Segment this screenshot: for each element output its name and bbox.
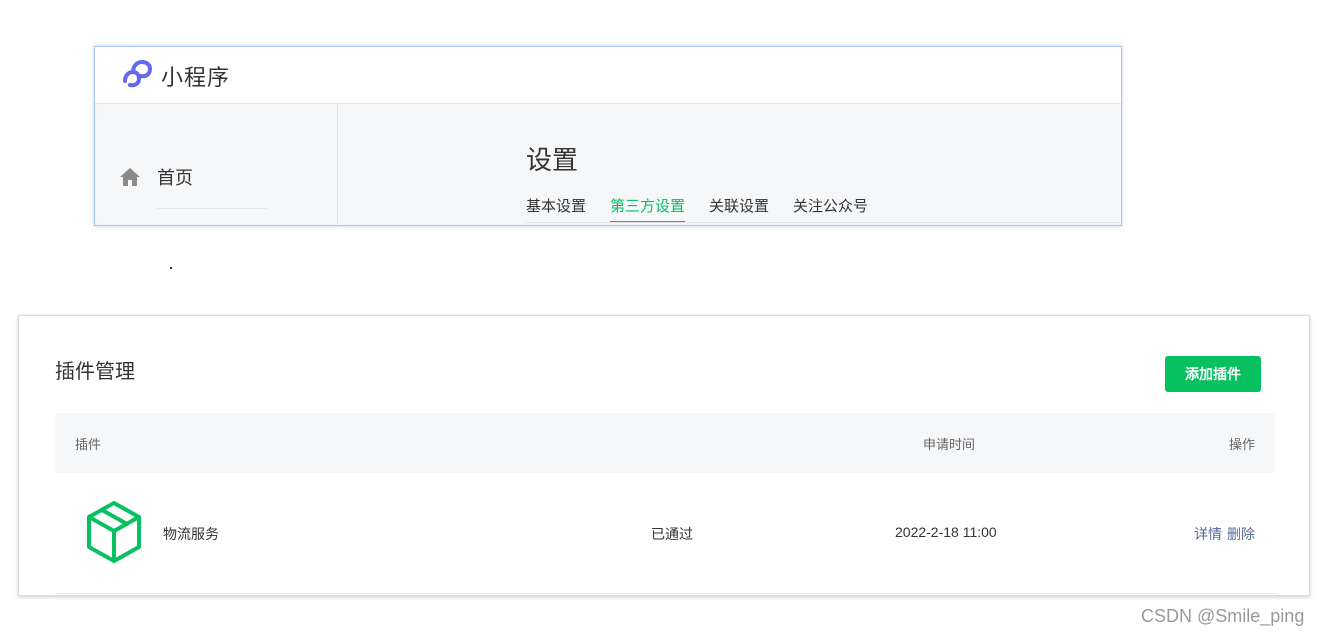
column-header-apply-time: 申请时间 [923, 437, 976, 452]
column-header-plugin: 插件 [75, 437, 102, 452]
tab-basic-settings[interactable]: 基本设置 [526, 195, 586, 223]
screenshot-stage: 小程序 首页 设置 基本设置 第三方设置 关联设置 关注公众号 插件管理 添加插… [0, 0, 1324, 637]
table-header: 插件 申请时间 操作 [55, 413, 1275, 473]
plugin-apply-time: 2022-2-18 11:00 [895, 524, 997, 540]
add-plugin-button[interactable]: 添加插件 [1165, 356, 1261, 392]
delete-link[interactable]: 删除 [1227, 524, 1255, 544]
home-icon [120, 168, 140, 186]
sidebar-item-home[interactable]: 首页 [119, 164, 193, 190]
sidebar-divider [157, 208, 267, 209]
detail-link[interactable]: 详情 [1194, 524, 1222, 544]
tab-association-settings[interactable]: 关联设置 [709, 195, 769, 223]
miniprogram-logo-icon [123, 59, 153, 88]
tab-follow-official-account[interactable]: 关注公众号 [793, 195, 868, 223]
column-header-action: 操作 [1228, 437, 1255, 452]
settings-tabs: 基本设置 第三方设置 关联设置 关注公众号 [526, 195, 868, 223]
section-title: 插件管理 [55, 361, 135, 383]
sidebar: 首页 [95, 104, 338, 225]
tabs-divider [526, 222, 1121, 223]
plugin-management-panel: 插件管理 添加插件 插件 申请时间 操作 物流服务 已通过 2022-2-18 … [18, 315, 1310, 596]
settings-screenshot-panel: 小程序 首页 设置 基本设置 第三方设置 关联设置 关注公众号 [94, 46, 1122, 226]
table-row: 物流服务 已通过 2022-2-18 11:00 详情 删除 [55, 473, 1275, 594]
app-header: 小程序 [95, 47, 1121, 104]
page-title: 设置 [526, 145, 579, 175]
package-box-icon [87, 501, 141, 563]
plugin-status: 已通过 [651, 526, 693, 542]
sidebar-item-label: 首页 [157, 168, 193, 188]
stray-dot [170, 267, 172, 269]
watermark: CSDN @Smile_ping [1141, 606, 1305, 626]
row-actions: 详情 删除 [1194, 524, 1255, 544]
app-name: 小程序 [161, 65, 231, 90]
tab-third-party-settings[interactable]: 第三方设置 [610, 195, 686, 223]
plugin-name: 物流服务 [163, 526, 219, 542]
